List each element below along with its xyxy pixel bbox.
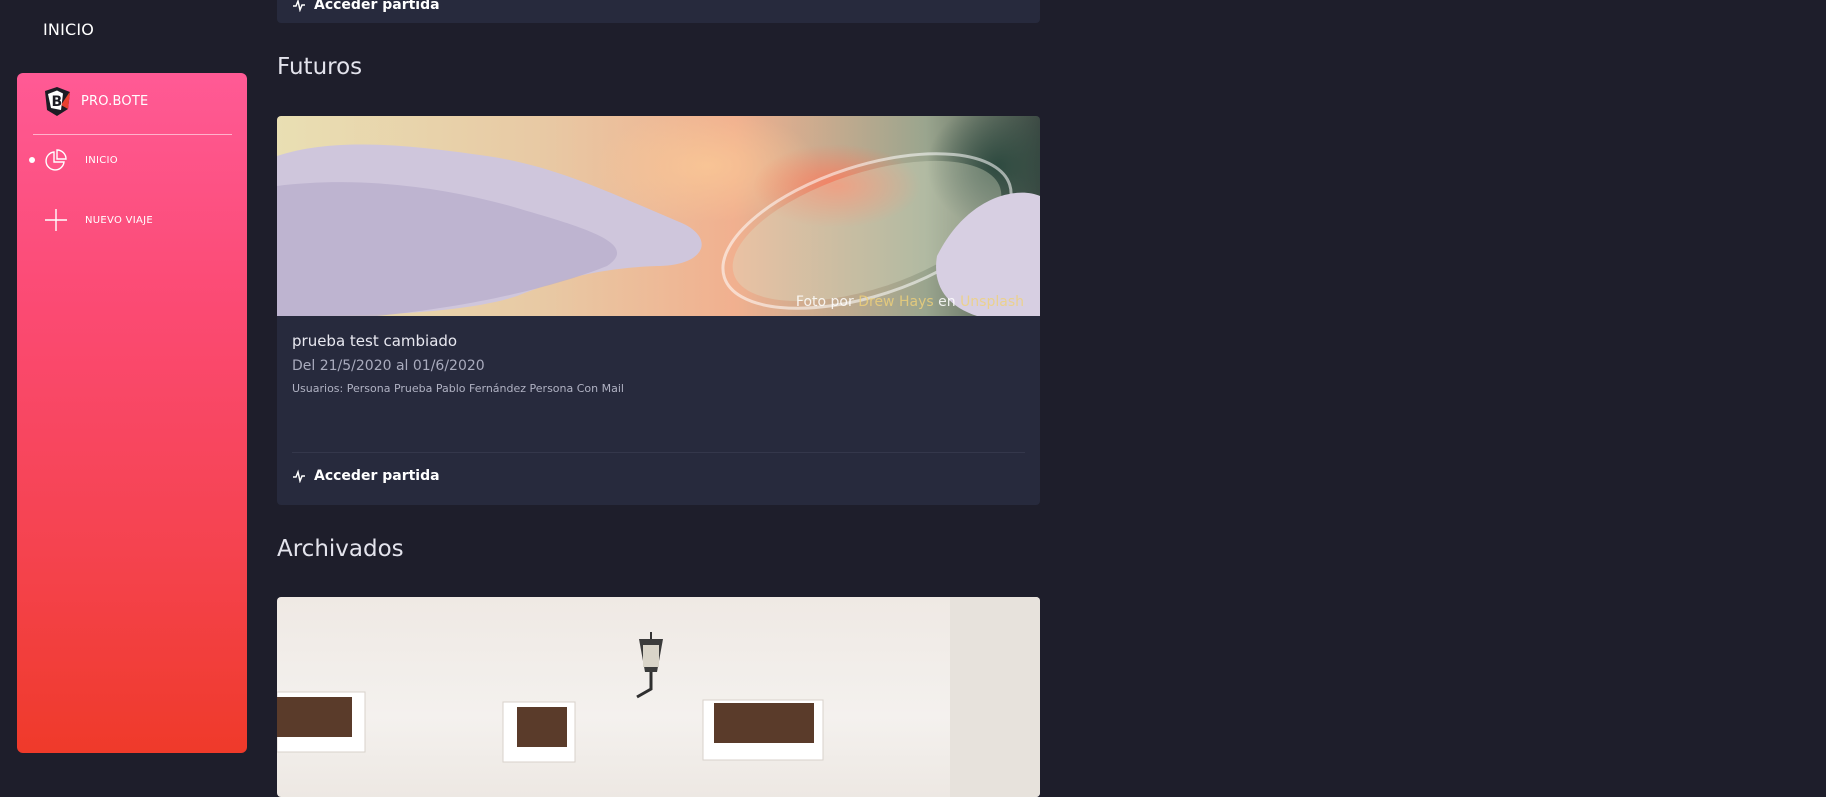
access-game-label: Acceder partida [314, 0, 440, 13]
brand[interactable]: B PRO.BOTE [41, 85, 148, 117]
section-title-archivados: Archivados [277, 536, 404, 562]
page-title: INICIO [43, 20, 95, 39]
trip-card-body: prueba test cambiado Del 21/5/2020 al 01… [277, 316, 1040, 395]
trip-name: prueba test cambiado [292, 332, 458, 350]
svg-text:B: B [52, 94, 63, 110]
trip-card: Foto por Drew Hays en Unsplash prueba te… [277, 116, 1040, 505]
access-game-button[interactable]: Acceder partida [292, 468, 440, 484]
plus-icon [43, 207, 69, 233]
credit-site-link[interactable]: Unsplash [960, 294, 1024, 310]
photo-credit: Foto por Drew Hays en Unsplash [796, 294, 1024, 310]
sidebar-item-inicio[interactable]: INICIO [27, 143, 237, 177]
sidebar-item-nuevo-viaje[interactable]: NUEVO VIAJE [27, 203, 237, 237]
credit-connector: en [938, 294, 956, 310]
trip-image: Foto por Drew Hays en Unsplash [277, 116, 1040, 316]
lab-photo-art [277, 144, 1040, 316]
brand-divider [33, 134, 232, 135]
access-game-label: Acceder partida [314, 468, 440, 484]
section-title-futuros: Futuros [277, 54, 363, 80]
activity-icon [293, 469, 305, 483]
pie-chart-icon [43, 147, 69, 173]
brand-name: PRO.BOTE [81, 93, 149, 109]
credit-author-link[interactable]: Drew Hays [858, 294, 933, 310]
trip-dates: Del 21/5/2020 al 01/6/2020 [292, 358, 485, 374]
sidebar-item-label: INICIO [85, 154, 118, 166]
trip-card [277, 597, 1040, 797]
trip-users: Usuarios: Persona Prueba Pablo Fernández… [292, 382, 624, 395]
b-shield-logo-icon: B [45, 87, 70, 116]
active-indicator [29, 157, 35, 163]
sidebar: B PRO.BOTE INICIO NUEVO VIAJE [17, 73, 247, 753]
house-photo-art [277, 597, 1040, 797]
trip-image [277, 597, 1040, 797]
inactive-indicator [29, 217, 35, 223]
card-divider [292, 452, 1025, 453]
access-game-button[interactable]: Acceder partida [292, 0, 440, 13]
sidebar-item-label: NUEVO VIAJE [85, 214, 154, 226]
activity-icon [293, 0, 305, 12]
credit-prefix: Foto por [795, 294, 854, 310]
trip-card: Acceder partida [277, 0, 1040, 23]
